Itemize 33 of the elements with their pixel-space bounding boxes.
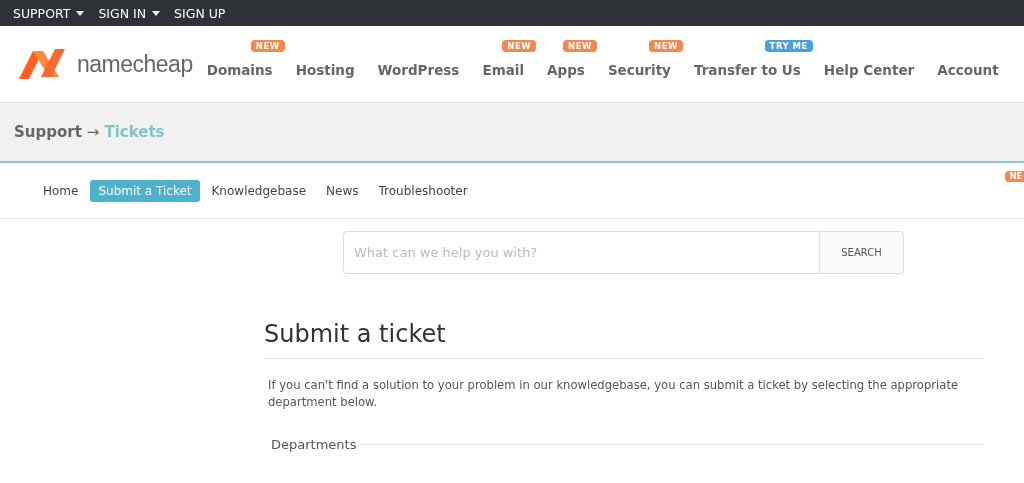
nav-link[interactable]: Domains <box>206 61 273 78</box>
top-menu-link[interactable]: SUPPORT <box>13 5 71 21</box>
nav-badge: TRY ME <box>764 39 813 52</box>
subnav-tab[interactable]: Troubleshooter <box>370 179 476 202</box>
nav-link[interactable]: Security <box>607 61 671 78</box>
nav-link[interactable]: Apps <box>547 61 585 78</box>
caret-icon[interactable] <box>152 10 161 16</box>
nav-link[interactable]: Email <box>482 61 525 78</box>
nav-link[interactable]: Transfer to Us <box>693 61 801 78</box>
nav-badge: NEW <box>502 39 537 52</box>
nav-link[interactable]: Help Center <box>823 61 915 78</box>
breadcrumb-link[interactable]: Support <box>14 123 82 141</box>
search-field[interactable]: What can we help you with? <box>343 231 819 274</box>
description-text: If you can't find a solution to your problem in our knowledgebase, you can submit a ticket by selecting the appropriate department below. <box>268 377 960 411</box>
top-menu-link[interactable]: SIGN UP <box>174 5 226 21</box>
breadcrumb-current: Tickets <box>104 123 165 141</box>
new-badge: NE <box>1004 171 1024 182</box>
caret-icon[interactable] <box>76 10 85 16</box>
section-heading: Departments <box>271 437 357 452</box>
nav-link[interactable]: Hosting <box>295 61 355 78</box>
subnav-tab[interactable]: Knowledgebase <box>203 179 315 202</box>
search-button[interactable]: SEARCH <box>819 231 904 274</box>
nav-badge: NEW <box>563 39 597 52</box>
top-menu-link[interactable]: SIGN IN <box>98 5 147 21</box>
nav-badge: NEW <box>649 39 683 52</box>
subnav-tab[interactable]: News <box>318 179 367 202</box>
breadcrumb-separator: → <box>86 123 100 141</box>
nav-badge: NEW <box>250 39 285 52</box>
nav-link[interactable]: WordPress <box>377 61 460 78</box>
page-heading: Submit a ticket <box>264 320 984 359</box>
logo-text[interactable]: namecheap <box>77 50 193 78</box>
subnav-tab[interactable]: Home <box>35 179 87 202</box>
nav-link[interactable]: Account <box>937 61 999 78</box>
